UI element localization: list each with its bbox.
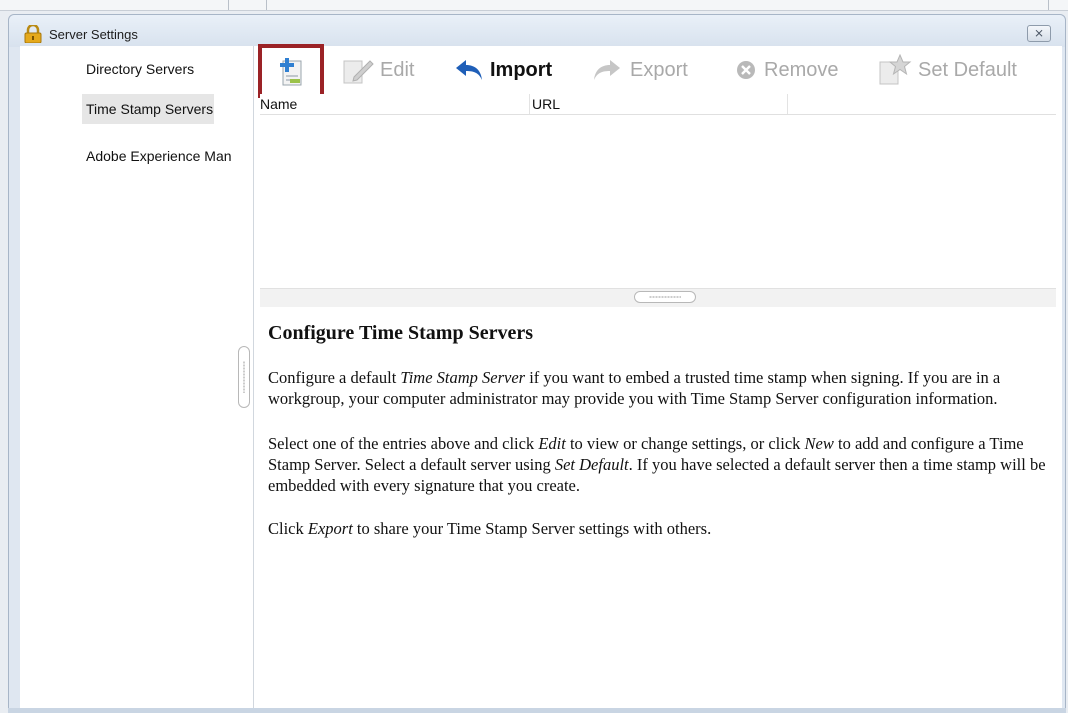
background-window-strip — [0, 0, 1068, 11]
sidebar-item-label: Time Stamp Servers — [86, 101, 214, 117]
content-pane: Edit Import Export Remove Set Default Na… — [254, 44, 1062, 708]
remove-button[interactable]: Remove — [734, 52, 838, 88]
sidebar-item-label: Directory Servers — [86, 61, 195, 77]
edit-button[interactable]: Edit — [342, 52, 414, 88]
horizontal-splitter — [260, 288, 1056, 307]
server-table-header: Name URL — [260, 94, 1056, 115]
title-bar[interactable]: Server Settings ⨯ — [9, 15, 1065, 47]
export-arrow-icon — [594, 60, 620, 80]
sidebar: Directory Servers Time Stamp Servers Ado… — [20, 46, 254, 708]
sidebar-item-directory-servers[interactable]: Directory Servers — [82, 54, 252, 84]
description-heading: Configure Time Stamp Servers — [268, 322, 533, 344]
background-separator — [228, 0, 229, 10]
horizontal-splitter-handle[interactable] — [634, 291, 696, 303]
set-default-label: Set Default — [918, 58, 1017, 81]
import-button[interactable]: Import — [454, 52, 552, 88]
background-separator — [266, 0, 267, 10]
description-panel: Configure Time Stamp Servers Configure a… — [268, 322, 1058, 557]
new-button[interactable] — [258, 44, 324, 98]
remove-label: Remove — [764, 58, 839, 81]
import-arrow-icon — [456, 60, 482, 80]
close-button[interactable]: ⨯ — [1027, 25, 1051, 42]
set-default-star-icon — [879, 54, 912, 85]
description-paragraph-1: Configure a default Time Stamp Server if… — [268, 368, 1001, 408]
server-table-body[interactable] — [260, 115, 1056, 287]
lock-icon — [24, 25, 42, 43]
export-button[interactable]: Export — [592, 52, 688, 88]
column-header-url[interactable]: URL — [530, 94, 788, 114]
toolbar: Edit Import Export Remove Set Default — [254, 44, 1062, 98]
sidebar-item-time-stamp-servers[interactable]: Time Stamp Servers — [82, 94, 214, 124]
sidebar-item-adobe-experience-manager[interactable]: Adobe Experience Man — [82, 141, 252, 171]
export-label: Export — [630, 58, 688, 81]
column-header-name[interactable]: Name — [260, 94, 530, 114]
edit-pencil-icon — [343, 60, 374, 84]
vertical-splitter-handle[interactable] — [238, 346, 250, 408]
dialog-title: Server Settings — [49, 27, 138, 42]
description-paragraph-2: Select one of the entries above and clic… — [268, 434, 1046, 495]
background-separator — [1048, 0, 1049, 10]
new-server-icon — [280, 58, 302, 86]
sidebar-item-label: Adobe Experience Man — [86, 148, 232, 164]
remove-icon — [737, 61, 755, 79]
set-default-button[interactable]: Set Default — [878, 52, 1017, 88]
description-paragraph-3: Click Export to share your Time Stamp Se… — [268, 519, 712, 538]
edit-label: Edit — [380, 58, 415, 81]
import-label: Import — [490, 58, 553, 81]
dialog-bottom-edge — [8, 708, 1066, 713]
